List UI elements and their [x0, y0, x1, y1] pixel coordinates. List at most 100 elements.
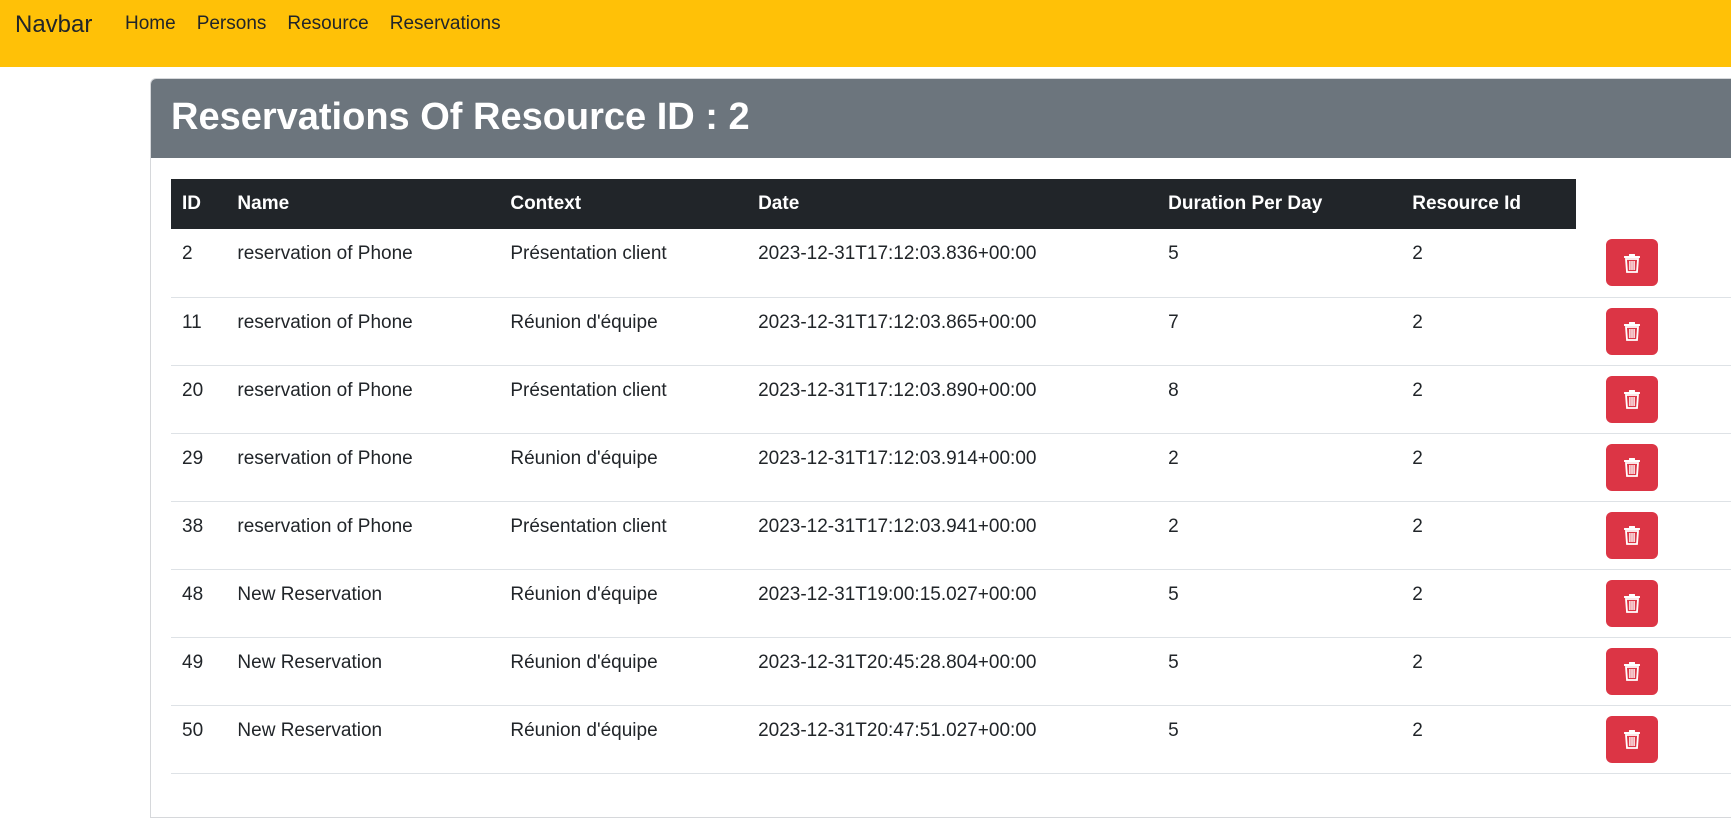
cell-name: New Reservation: [226, 569, 500, 638]
cell-duration: 7: [1157, 297, 1402, 366]
cell-actions: [1576, 501, 1731, 570]
cell-resource-id: 2: [1401, 705, 1577, 774]
cell-duration: 2: [1157, 433, 1402, 502]
cell-context: Réunion d'équipe: [499, 637, 748, 706]
cell-name: New Reservation: [226, 637, 500, 706]
cell-date: 2023-12-31T17:12:03.865+00:00: [747, 297, 1158, 366]
cell-date: 2023-12-31T17:12:03.914+00:00: [747, 433, 1158, 502]
cell-context: Réunion d'équipe: [499, 297, 748, 366]
header-id: ID: [171, 179, 227, 229]
header-name: Name: [226, 179, 500, 229]
trash-icon: [1624, 458, 1641, 477]
cell-duration: 2: [1157, 501, 1402, 570]
cell-id: 29: [171, 433, 227, 502]
cell-actions: [1576, 433, 1731, 502]
delete-button[interactable]: [1606, 239, 1659, 286]
trash-icon: [1624, 253, 1641, 273]
nav-link-home[interactable]: Home: [125, 12, 176, 36]
cell-duration: 5: [1157, 637, 1402, 706]
table-header-row: ID Name Context Date Duration Per Day Re…: [171, 179, 1731, 229]
cell-date: 2023-12-31T20:45:28.804+00:00: [747, 637, 1158, 706]
cell-id: 20: [171, 365, 227, 434]
delete-button[interactable]: [1606, 511, 1659, 559]
cell-resource-id: 2: [1401, 501, 1577, 570]
cell-resource-id: 2: [1401, 229, 1577, 298]
trash-icon: [1624, 390, 1641, 409]
table-row: 50 New Reservation Réunion d'équipe 2023…: [171, 705, 1731, 774]
header-actions: [1576, 179, 1731, 229]
cell-name: reservation of Phone: [226, 433, 500, 502]
cell-name: reservation of Phone: [226, 501, 500, 570]
cell-context: Réunion d'équipe: [499, 569, 748, 638]
cell-date: 2023-12-31T19:00:15.027+00:00: [747, 569, 1158, 638]
cell-actions: [1576, 365, 1731, 434]
cell-resource-id: 2: [1401, 365, 1577, 434]
nav-link-persons[interactable]: Persons: [197, 12, 267, 36]
cell-actions: [1576, 705, 1731, 774]
cell-resource-id: 2: [1401, 433, 1577, 502]
header-duration-per-day: Duration Per Day: [1157, 179, 1402, 229]
cell-context: Présentation client: [499, 229, 748, 298]
cell-id: 50: [171, 705, 227, 774]
trash-icon: [1624, 662, 1641, 681]
cell-name: reservation of Phone: [226, 297, 500, 366]
top-navbar: Navbar Home Persons Resource Reservation…: [0, 0, 1731, 67]
cell-actions: [1576, 637, 1731, 706]
nav-link-reservations[interactable]: Reservations: [390, 12, 501, 36]
delete-button[interactable]: [1606, 647, 1659, 695]
cell-date: 2023-12-31T17:12:03.890+00:00: [747, 365, 1158, 434]
cell-date: 2023-12-31T17:12:03.941+00:00: [747, 501, 1158, 570]
table-row: 48 New Reservation Réunion d'équipe 2023…: [171, 569, 1731, 638]
cell-date: 2023-12-31T20:47:51.027+00:00: [747, 705, 1158, 774]
reservations-card: Reservations Of Resource ID : 2 ID Name …: [150, 78, 1731, 818]
nav-links: Home Persons Resource Reservations: [125, 12, 522, 36]
table-row: 20 reservation of Phone Présentation cli…: [171, 365, 1731, 434]
cell-id: 11: [171, 297, 227, 366]
trash-icon: [1624, 322, 1641, 341]
cell-date: 2023-12-31T17:12:03.836+00:00: [747, 229, 1158, 298]
cell-actions: [1576, 297, 1731, 366]
reservations-table: ID Name Context Date Duration Per Day Re…: [171, 179, 1731, 774]
cell-duration: 5: [1157, 229, 1402, 298]
cell-duration: 5: [1157, 705, 1402, 774]
delete-button[interactable]: [1606, 715, 1659, 763]
cell-name: reservation of Phone: [226, 365, 500, 434]
cell-name: New Reservation: [226, 705, 500, 774]
nav-link-resource[interactable]: Resource: [287, 12, 368, 36]
cell-id: 2: [171, 229, 227, 298]
table-row: 38 reservation of Phone Présentation cli…: [171, 501, 1731, 570]
cell-context: Réunion d'équipe: [499, 705, 748, 774]
cell-id: 48: [171, 569, 227, 638]
cell-name: reservation of Phone: [226, 229, 500, 298]
table-body: 2 reservation of Phone Présentation clie…: [171, 229, 1731, 774]
cell-id: 38: [171, 501, 227, 570]
delete-button[interactable]: [1606, 579, 1659, 627]
cell-duration: 5: [1157, 569, 1402, 638]
trash-icon: [1624, 594, 1641, 613]
cell-duration: 8: [1157, 365, 1402, 434]
delete-button[interactable]: [1606, 443, 1659, 491]
cell-resource-id: 2: [1401, 569, 1577, 638]
cell-actions: [1576, 569, 1731, 638]
cell-actions: [1576, 229, 1731, 298]
trash-icon: [1624, 526, 1641, 545]
table-row: 2 reservation of Phone Présentation clie…: [171, 229, 1731, 298]
page-title: Reservations Of Resource ID : 2: [171, 96, 750, 138]
delete-button[interactable]: [1606, 307, 1659, 355]
delete-button[interactable]: [1606, 375, 1659, 423]
header-date: Date: [747, 179, 1158, 229]
cell-context: Réunion d'équipe: [499, 433, 748, 502]
header-resource-id: Resource Id: [1401, 179, 1577, 229]
navbar-brand[interactable]: Navbar: [15, 10, 92, 40]
card-header: Reservations Of Resource ID : 2: [151, 79, 1731, 158]
cell-resource-id: 2: [1401, 297, 1577, 366]
table-row: 49 New Reservation Réunion d'équipe 2023…: [171, 637, 1731, 706]
trash-icon: [1624, 730, 1641, 749]
table-row: 11 reservation of Phone Réunion d'équipe…: [171, 297, 1731, 366]
cell-id: 49: [171, 637, 227, 706]
header-context: Context: [499, 179, 748, 229]
cell-resource-id: 2: [1401, 637, 1577, 706]
table-row: 29 reservation of Phone Réunion d'équipe…: [171, 433, 1731, 502]
cell-context: Présentation client: [499, 365, 748, 434]
cell-context: Présentation client: [499, 501, 748, 570]
